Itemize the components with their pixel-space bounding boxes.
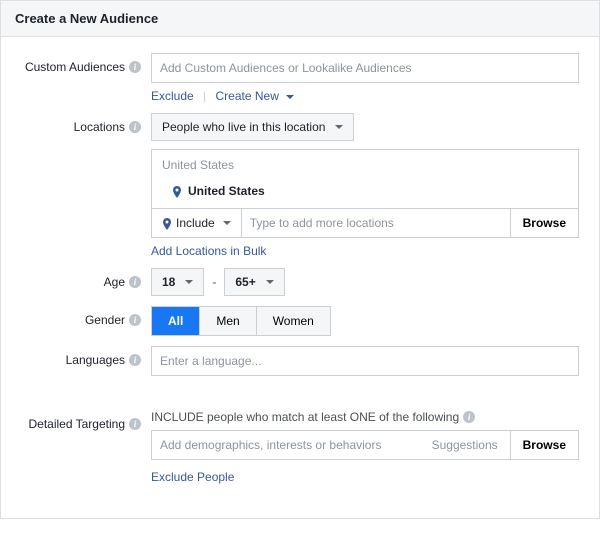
locations-row: Locations People who live in this locati… <box>21 113 579 258</box>
detailed-targeting-field: INCLUDE people who match at least ONE of… <box>151 410 579 484</box>
location-group-header: United States <box>152 150 578 180</box>
location-input-row: Include Browse <box>152 208 578 237</box>
panel-body: Custom Audiences Exclude | Create New Lo… <box>1 37 599 518</box>
custom-audiences-label-col: Custom Audiences <box>21 53 151 74</box>
gender-field: All Men Women <box>151 306 579 336</box>
include-dropdown[interactable]: Include <box>152 209 241 237</box>
gender-men-button[interactable]: Men <box>200 307 256 335</box>
locations-label: Locations <box>74 120 125 134</box>
gender-label-col: Gender <box>21 306 151 327</box>
languages-row: Languages <box>21 346 579 376</box>
custom-audiences-input[interactable] <box>151 53 579 83</box>
info-icon[interactable] <box>129 121 141 133</box>
link-divider: | <box>203 89 206 103</box>
caret-down-icon <box>286 95 294 99</box>
browse-targeting-button[interactable]: Browse <box>510 431 578 459</box>
info-icon[interactable] <box>129 61 141 73</box>
detailed-targeting-label: Detailed Targeting <box>28 417 125 431</box>
locations-box: United States United States Include <box>151 149 579 238</box>
age-label-col: Age <box>21 268 151 289</box>
age-dash: - <box>212 275 216 289</box>
gender-all-button[interactable]: All <box>152 307 200 335</box>
location-item[interactable]: United States <box>152 180 578 208</box>
location-type-label: People who live in this location <box>162 120 325 134</box>
info-icon[interactable] <box>129 276 141 288</box>
panel-title: Create a New Audience <box>1 1 599 37</box>
gender-button-group: All Men Women <box>151 306 331 336</box>
info-icon[interactable] <box>129 418 141 430</box>
custom-audiences-field: Exclude | Create New <box>151 53 579 103</box>
include-label: Include <box>176 216 215 230</box>
create-audience-panel: Create a New Audience Custom Audiences E… <box>0 0 600 519</box>
age-label: Age <box>104 275 125 289</box>
location-type-dropdown[interactable]: People who live in this location <box>151 113 354 141</box>
suggestions-link[interactable]: Suggestions <box>420 438 510 452</box>
info-icon[interactable] <box>463 411 475 423</box>
detailed-targeting-include-header: INCLUDE people who match at least ONE of… <box>151 410 579 424</box>
languages-label: Languages <box>66 353 125 367</box>
gender-women-button[interactable]: Women <box>257 307 330 335</box>
add-locations-bulk-link[interactable]: Add Locations in Bulk <box>151 244 266 258</box>
exclude-link[interactable]: Exclude <box>151 89 194 103</box>
custom-audiences-links: Exclude | Create New <box>151 89 579 103</box>
custom-audiences-label: Custom Audiences <box>25 60 125 74</box>
age-field: 18 - 65+ <box>151 268 579 296</box>
age-row: Age 18 - 65+ <box>21 268 579 296</box>
section-spacer <box>21 386 579 410</box>
include-text: INCLUDE people who match at least ONE of… <box>151 410 459 424</box>
caret-down-icon <box>266 280 274 284</box>
pin-icon <box>172 186 182 196</box>
locations-field: People who live in this location United … <box>151 113 579 258</box>
location-search-input[interactable] <box>241 209 510 237</box>
custom-audiences-row: Custom Audiences Exclude | Create New <box>21 53 579 103</box>
gender-row: Gender All Men Women <box>21 306 579 336</box>
detailed-targeting-row: Detailed Targeting INCLUDE people who ma… <box>21 410 579 484</box>
detailed-targeting-input-row: Suggestions Browse <box>151 430 579 460</box>
languages-field <box>151 346 579 376</box>
age-max-dropdown[interactable]: 65+ <box>224 268 284 296</box>
info-icon[interactable] <box>129 354 141 366</box>
location-item-label: United States <box>188 184 265 198</box>
age-max-value: 65+ <box>235 275 255 289</box>
caret-down-icon <box>335 125 343 129</box>
gender-label: Gender <box>85 313 125 327</box>
detailed-targeting-label-col: Detailed Targeting <box>21 410 151 431</box>
create-new-label: Create New <box>216 89 279 103</box>
bulk-locations-row: Add Locations in Bulk <box>151 244 579 258</box>
create-new-link[interactable]: Create New <box>216 89 295 103</box>
detailed-targeting-input[interactable] <box>152 431 420 459</box>
languages-label-col: Languages <box>21 346 151 367</box>
exclude-people-row: Exclude People <box>151 470 579 484</box>
caret-down-icon <box>185 280 193 284</box>
age-min-value: 18 <box>162 275 175 289</box>
caret-down-icon <box>223 221 231 225</box>
age-min-dropdown[interactable]: 18 <box>151 268 204 296</box>
languages-input[interactable] <box>151 346 579 376</box>
pin-icon <box>162 218 172 228</box>
locations-label-col: Locations <box>21 113 151 134</box>
info-icon[interactable] <box>129 314 141 326</box>
browse-locations-button[interactable]: Browse <box>510 209 578 237</box>
exclude-people-link[interactable]: Exclude People <box>151 470 234 484</box>
